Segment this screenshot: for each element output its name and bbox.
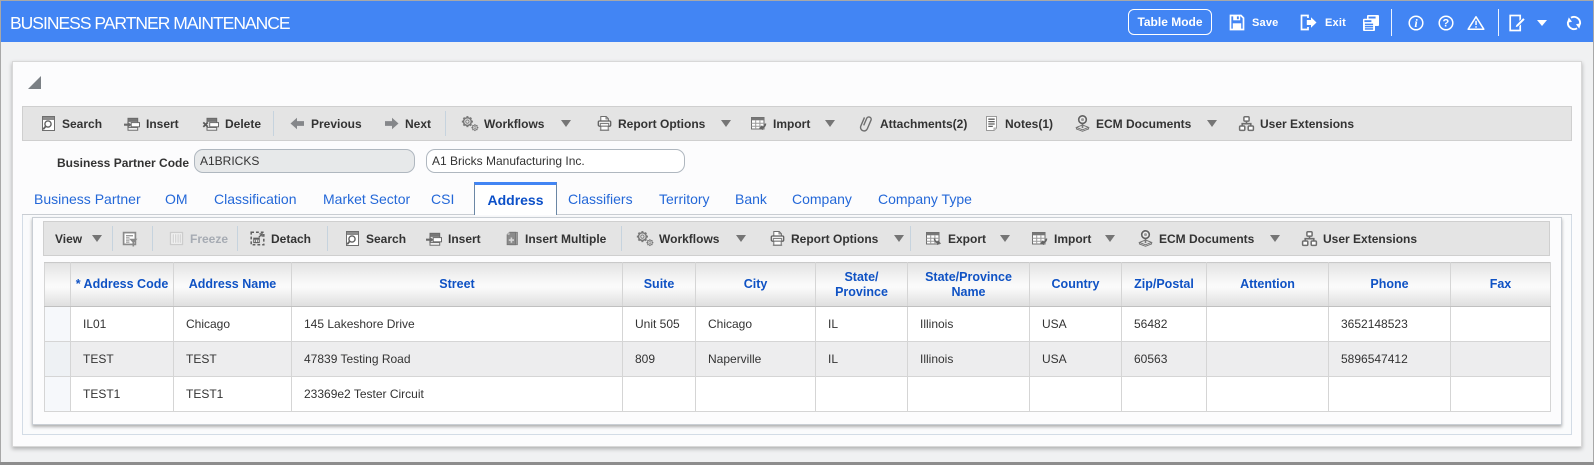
svg-text:i: i — [1414, 16, 1418, 30]
svg-text:?: ? — [1443, 17, 1450, 29]
